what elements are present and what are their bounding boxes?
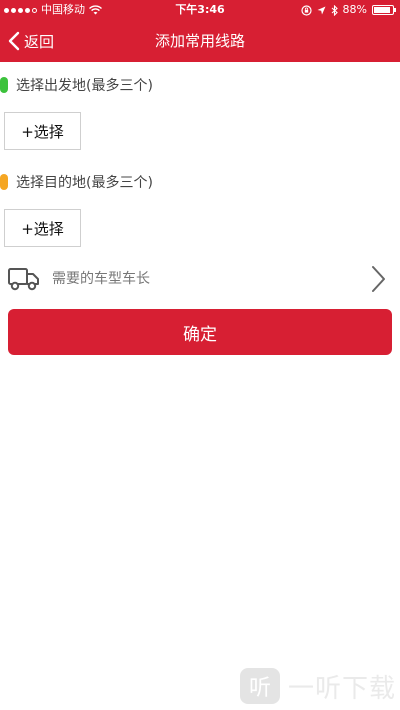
battery-level (374, 7, 390, 13)
departure-marker (0, 77, 8, 93)
confirm-button[interactable]: 确定 (8, 309, 392, 355)
battery-icon (372, 5, 396, 15)
departure-section-label: 选择出发地(最多三个) (0, 74, 153, 96)
destination-marker (0, 174, 8, 190)
bluetooth-icon (331, 4, 338, 16)
orientation-lock-icon (300, 4, 312, 16)
destination-section-label: 选择目的地(最多三个) (0, 171, 153, 193)
page-title: 添加常用线路 (154, 32, 245, 50)
watermark-text: 一听下载 (287, 673, 396, 704)
status-right: 88% (300, 0, 396, 20)
location-icon (317, 6, 326, 14)
vehicle-type-label: 需要的车型车长 (52, 271, 150, 287)
vehicle-type-row[interactable]: 需要的车型车长 (0, 258, 400, 300)
watermark-logo: 听 (239, 668, 280, 704)
departure-label: 选择出发地(最多三个) (16, 78, 153, 94)
watermark-logo-glyph: 听 (249, 676, 271, 701)
destination-label: 选择目的地(最多三个) (16, 175, 153, 191)
truck-icon (8, 268, 39, 291)
chevron-right-icon (372, 266, 385, 292)
select-destination-button[interactable]: +选择 (4, 209, 81, 247)
battery-percent: 88% (342, 3, 367, 16)
watermark: 听 一听下载 (238, 666, 396, 706)
status-bar: 中国移动 下午3:46 88% (0, 0, 400, 20)
select-departure-button[interactable]: +选择 (4, 112, 81, 150)
nav-bar: 返回 添加常用线路 (0, 20, 400, 62)
app-header: 中国移动 下午3:46 88% 返回 添加常用线路 (0, 0, 400, 62)
